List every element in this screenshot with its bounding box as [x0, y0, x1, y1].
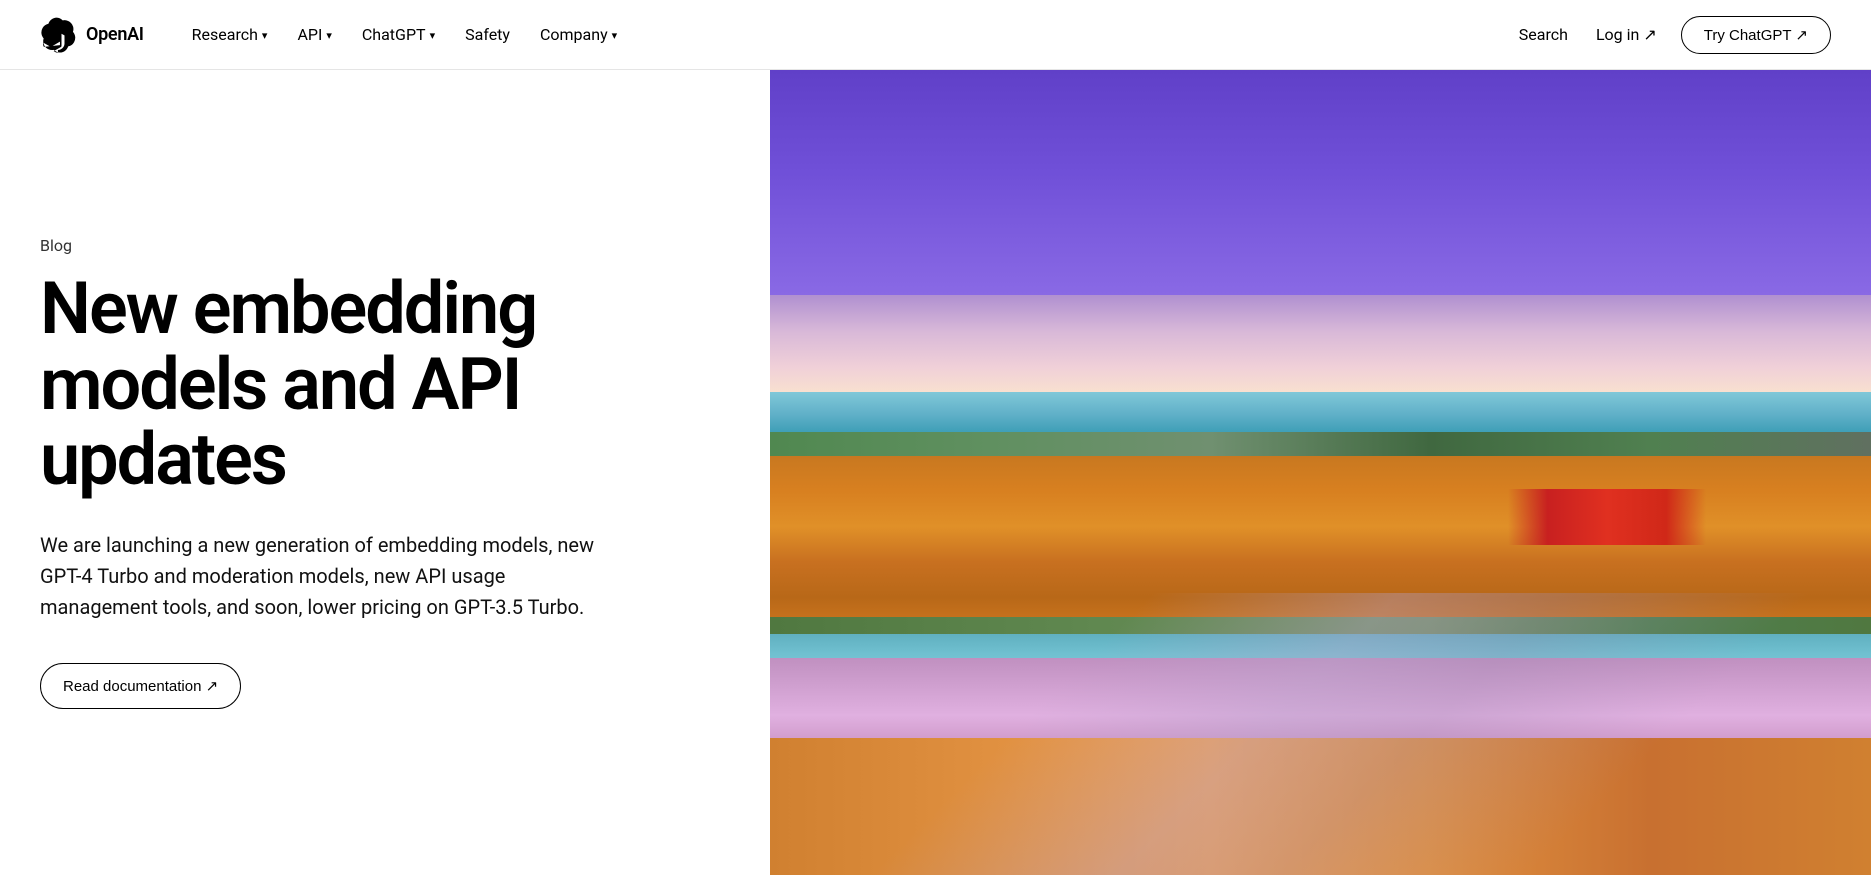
- nav-research-chevron: ▾: [262, 29, 268, 42]
- logo-text: OpenAI: [86, 24, 144, 45]
- main-content: Blog New embedding models and API update…: [0, 70, 1871, 875]
- openai-logo-icon: [40, 17, 76, 53]
- nav-item-chatgpt[interactable]: ChatGPT ▾: [350, 17, 447, 52]
- nav-item-company[interactable]: Company ▾: [528, 17, 629, 52]
- content-left: Blog New embedding models and API update…: [40, 70, 770, 875]
- nav-company-label: Company: [540, 25, 608, 44]
- site-header: OpenAI Research ▾ API ▾ ChatGPT ▾ Safety…: [0, 0, 1871, 70]
- blog-label: Blog: [40, 236, 690, 255]
- main-description: We are launching a new generation of emb…: [40, 530, 620, 623]
- hero-image-container: [770, 70, 1871, 875]
- nav-item-research[interactable]: Research ▾: [180, 17, 280, 52]
- nav-api-label: API: [297, 25, 322, 44]
- nav-left: OpenAI Research ▾ API ▾ ChatGPT ▾ Safety…: [40, 17, 629, 53]
- nav-company-chevron: ▾: [612, 29, 618, 42]
- main-title: New embedding models and API updates: [40, 271, 690, 498]
- nav-api-chevron: ▾: [326, 29, 332, 42]
- nav-right: Search Log in ↗ Try ChatGPT ↗: [1515, 16, 1831, 54]
- read-documentation-button[interactable]: Read documentation ↗: [40, 663, 241, 709]
- nav-item-api[interactable]: API ▾: [285, 17, 343, 52]
- try-chatgpt-button[interactable]: Try ChatGPT ↗: [1681, 16, 1831, 54]
- nav-links: Research ▾ API ▾ ChatGPT ▾ Safety Compan…: [180, 17, 630, 52]
- nav-research-label: Research: [192, 25, 258, 44]
- logo[interactable]: OpenAI: [40, 17, 144, 53]
- login-button[interactable]: Log in ↗: [1592, 17, 1661, 52]
- painting-blur-overlay: [770, 70, 1871, 875]
- search-button[interactable]: Search: [1515, 17, 1572, 52]
- nav-safety-label: Safety: [465, 25, 510, 44]
- nav-chatgpt-label: ChatGPT: [362, 25, 426, 44]
- hero-painting: [770, 70, 1871, 875]
- nav-item-safety[interactable]: Safety: [453, 17, 522, 52]
- nav-chatgpt-chevron: ▾: [430, 29, 436, 42]
